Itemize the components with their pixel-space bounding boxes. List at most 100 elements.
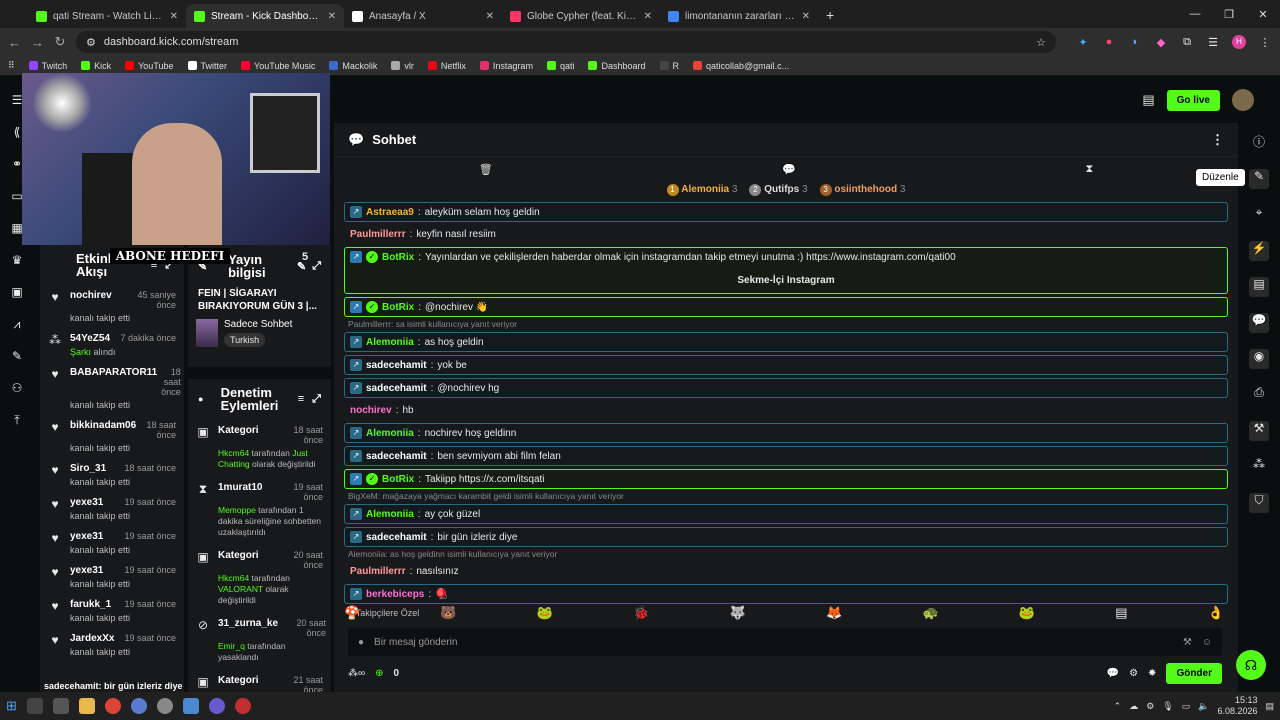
analytics-icon[interactable]: ⩘ [14,317,21,335]
cloud-icon[interactable]: ☁ [1129,701,1138,712]
chat-message[interactable]: Paulmillerrr: keyfin nasıl resiim [344,225,1228,244]
activity-item[interactable]: ♥ JardexXx 19 saat önce kanalı takip etti [40,628,184,662]
info-icon[interactable]: ⓘ [1249,133,1269,153]
bookmark-item[interactable]: Twitch [28,61,67,71]
chat-message[interactable]: ↗ ✓ BotRix: Yayınlardan ve çekilişlerden ha… [344,247,1228,294]
activity-username[interactable]: farukk_1 [70,599,111,610]
close-window-icon[interactable]: ✕ [1246,0,1280,28]
activity-item[interactable]: ♥ yexe31 19 saat önce kanalı takip etti [40,526,184,560]
activity-item[interactable]: ♥ BABAPARATOR11 18 saat önce kanalı takip e… [40,362,184,415]
chat-message[interactable]: ↗ berkebiceps: 🪀 [344,584,1228,604]
broadcast-icon[interactable]: ◉ [1249,349,1269,369]
go-live-button[interactable]: Go live [1166,89,1220,111]
menu-icon[interactable]: ⋮ [1258,36,1272,49]
wrench-icon[interactable]: ✎ [12,349,22,367]
clock[interactable]: 15:13 6.08.2026 [1217,695,1257,717]
emote-icon[interactable]: 🐸 [537,605,553,621]
moderation-target[interactable]: 1murat10 [218,482,262,502]
close-tab-icon[interactable]: ✕ [170,11,178,22]
popout-icon[interactable]: ⤢ [312,393,321,406]
emote-icon[interactable]: 🦊 [826,605,842,621]
browser-tab[interactable]: qati Stream - Watch Live on Kick ✕ [28,4,186,28]
chat-message[interactable]: Paulmillerrr: nasılsınız [344,562,1228,581]
activity-item[interactable]: ♥ yexe31 19 saat önce kanalı takip etti [40,492,184,526]
chat-username[interactable]: BotRix [382,474,414,485]
browser-tab[interactable]: Stream - Kick Dashboard ✕ [186,4,344,28]
scan-icon[interactable]: ⌖ [1249,205,1269,225]
emote-icon[interactable]: 🍄 [344,605,360,621]
stream-icon[interactable]: ⟪ [14,125,21,143]
emote-icon[interactable]: 🐻 [440,605,456,621]
emote-icon[interactable]: 👌 [1208,605,1224,621]
bookmark-item[interactable]: Netflix [427,61,466,71]
window-icon[interactable]: ▭ [11,189,22,207]
bookmark-item[interactable]: qati [546,61,574,71]
calendar-icon[interactable]: ▦ [11,221,22,239]
chat-message[interactable]: nochirev: hb [344,401,1228,420]
hourglass-icon[interactable]: ⧗ [1086,163,1094,176]
trophy-icon[interactable]: ♛ [12,253,23,271]
url-bar[interactable]: ⚙ dashboard.kick.com/stream ☆ [76,31,1056,53]
leaderboard-entry[interactable]: 3 osiinthehood 3 [819,184,905,196]
back-icon[interactable]: ← [8,35,21,50]
emote-icon[interactable]: 🐢 [922,605,938,621]
lightning-icon[interactable]: ⚡ [1249,241,1269,261]
chat-username[interactable]: Alemoniia [366,509,414,520]
extension-icon[interactable]: ✦ [1076,36,1090,49]
activity-username[interactable]: Siro_31 [70,463,106,474]
chat-message[interactable]: ↗ sadecehamit: ben sevmiyom abi film felan [344,446,1228,466]
reload-icon[interactable]: ↻ [54,34,66,50]
more-options-icon[interactable]: ⋮ [1211,132,1224,148]
chat-username[interactable]: sadecehamit [366,451,427,462]
chat-input[interactable]: ● Bir mesaj gönderin ⚒ ☺ [348,628,1222,656]
chat-username[interactable]: Paulmillerrr [350,566,406,577]
layout-icon[interactable]: ▤ [1142,92,1154,108]
leaderboard-entry[interactable]: 2 Qutifps 3 [749,184,808,196]
close-tab-icon[interactable]: ✕ [644,11,652,22]
gear-icon[interactable]: ⚙ [1129,668,1138,679]
chat-message[interactable]: ↗ Alemoniia: nochirev hoş geldinn [344,423,1228,443]
chat-username[interactable]: berkebiceps [366,589,424,600]
browser-tab[interactable]: limontananın zararları - Google ✕ [660,4,818,28]
popout-icon[interactable]: ⤢ [312,260,321,273]
upload-icon[interactable]: ⤒ [14,413,19,431]
bookmark-star-icon[interactable]: ☆ [1036,36,1046,49]
new-tab-icon[interactable]: + [826,7,834,23]
bookmark-item[interactable]: R [659,61,679,71]
trash-icon[interactable]: 🗑 [479,163,493,176]
bookmark-item[interactable]: YouTube [125,61,174,71]
chat-username[interactable]: Alemoniia [366,337,414,348]
moderation-item[interactable]: ▣ Kategori 20 saat önce Hkcm64 tarafından V… [188,544,331,612]
activity-item[interactable]: ♥ yexe31 19 saat önce kanalı takip etti [40,560,184,594]
apps-grid-icon[interactable]: ⠿ [8,60,15,71]
leaderboard-entry[interactable]: 1 Alemoniia 3 [666,184,737,196]
moderation-actor[interactable]: Emir_q [218,641,245,651]
chat-username[interactable]: Alemoniia [366,428,414,439]
gear-icon[interactable]: ⚙ [1146,701,1154,712]
shield-icon[interactable]: ⛉ [1249,493,1269,513]
activity-item[interactable]: ♥ Siro_31 18 saat önce kanalı takip etti [40,458,184,492]
forward-icon[interactable]: → [31,35,44,50]
chat-message[interactable]: ↗ sadecehamit: yok be [344,355,1228,375]
moderation-target[interactable]: Kategori [218,550,259,570]
chat-message[interactable]: ↗ ✓ BotRix: Takiipp https://x.com/itsqati [344,469,1228,489]
activity-username[interactable]: BABAPARATOR11 [70,367,157,397]
file-explorer-icon[interactable] [78,698,95,714]
browser-tab[interactable]: Anasayfa / X ✕ [344,4,502,28]
puzzle-icon[interactable]: ⧉ [1180,36,1194,49]
bookmark-item[interactable]: YouTube Music [241,61,315,71]
chat-username[interactable]: sadecehamit [366,360,427,371]
points-icon[interactable]: ⁂∞ [348,668,365,679]
windows-start-icon[interactable]: ⊞ [6,698,17,714]
user-avatar[interactable] [1232,89,1254,111]
chat-username[interactable]: sadecehamit [366,532,427,543]
activity-item[interactable]: ♥ farukk_1 19 saat önce kanalı takip etti [40,594,184,628]
search-icon[interactable] [26,698,43,714]
bookmark-item[interactable]: Mackolik [329,61,377,71]
chat-username[interactable]: Astraeaa9 [366,207,414,218]
chat-username[interactable]: Paulmillerrr [350,229,406,240]
emote-icon[interactable]: 🐞 [633,605,649,621]
help-chat-button[interactable]: ☊ [1236,650,1266,680]
badge-icon[interactable]: ✸ [1148,668,1156,679]
activity-username[interactable]: yexe31 [70,531,103,542]
